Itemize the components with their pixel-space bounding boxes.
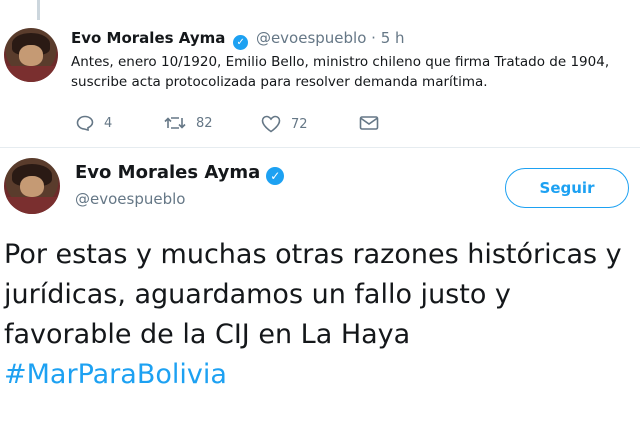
retweet-count: 82 bbox=[196, 115, 213, 131]
avatar[interactable] bbox=[4, 158, 60, 214]
retweet-button[interactable]: 82 bbox=[164, 115, 213, 131]
reply-icon bbox=[76, 115, 94, 131]
reply-count: 4 bbox=[104, 115, 113, 131]
author-handle[interactable]: @evoespueblo bbox=[75, 190, 185, 208]
avatar[interactable] bbox=[4, 28, 58, 82]
hashtag-link[interactable]: #MarParaBolivia bbox=[4, 355, 640, 395]
like-button[interactable]: 72 bbox=[261, 115, 308, 133]
tweet-text: Por estas y muchas otras razones históri… bbox=[4, 235, 640, 395]
retweet-icon bbox=[164, 117, 186, 129]
author-name-row: Evo Morales Ayma ✓ bbox=[75, 162, 287, 185]
direct-message-button[interactable] bbox=[359, 115, 379, 131]
author-name[interactable]: Evo Morales Ayma bbox=[75, 162, 260, 183]
verified-badge-icon: ✓ bbox=[266, 167, 285, 185]
verified-badge-icon: ✓ bbox=[233, 35, 249, 50]
tweet-text: Antes, enero 10/1920, Emilio Bello, mini… bbox=[71, 54, 610, 90]
separator: · bbox=[371, 29, 376, 47]
like-count: 72 bbox=[291, 116, 308, 132]
reply-button[interactable]: 4 bbox=[76, 115, 112, 131]
tweet-time[interactable]: 5 h bbox=[381, 29, 405, 47]
divider bbox=[0, 147, 640, 148]
author-handle[interactable]: @evoespueblo bbox=[256, 29, 366, 47]
heart-icon bbox=[261, 115, 281, 133]
follow-button[interactable]: Seguir bbox=[505, 168, 629, 208]
tweet-text-line: jurídicas, aguardamos un fallo justo y bbox=[4, 279, 511, 310]
author-name[interactable]: Evo Morales Ayma bbox=[71, 29, 225, 47]
tweet-header: Evo Morales Ayma ✓ @evoespueblo · 5 h bbox=[71, 29, 405, 50]
tweet-text-line: favorable de la CIJ en La Haya bbox=[4, 319, 411, 350]
tweet-text-line: Por estas y muchas otras razones históri… bbox=[4, 239, 622, 270]
thread-line bbox=[37, 0, 40, 20]
envelope-icon bbox=[359, 116, 379, 130]
